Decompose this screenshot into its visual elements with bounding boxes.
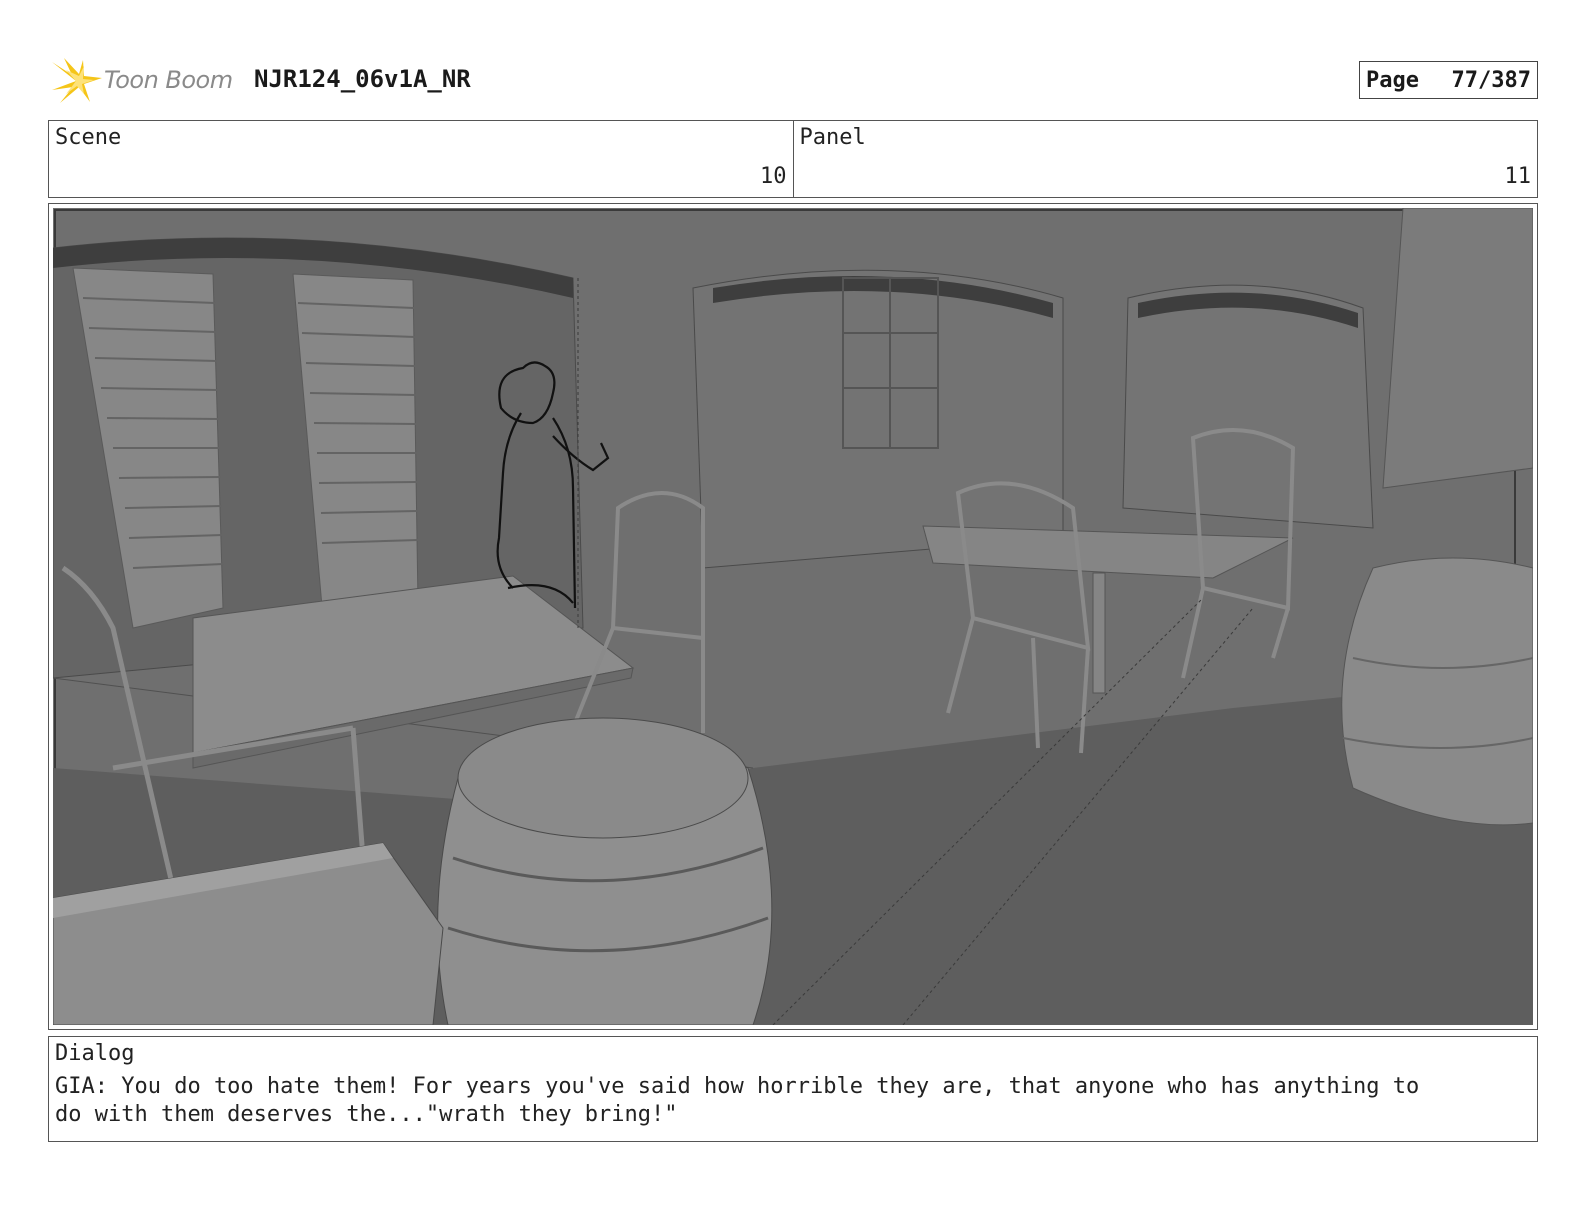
panel-image (53, 208, 1533, 1025)
scene-value: 10 (760, 164, 787, 189)
scene-label: Scene (55, 125, 122, 150)
page-label: Page (1366, 67, 1419, 93)
panel-value: 11 (1504, 164, 1532, 189)
barrel-right (1341, 557, 1533, 826)
dialog-label: Dialog (55, 1041, 135, 1066)
center-window-arch (692, 269, 1064, 569)
dialog-box: Dialog GIA: You do too hate them! For ye… (48, 1036, 1538, 1142)
toon-boom-logo: Toon Boom (50, 56, 250, 106)
logo-text: Toon Boom (104, 66, 233, 94)
page-number: 77/387 (1451, 67, 1531, 93)
right-window-arch (1122, 284, 1374, 529)
page-header: Toon Boom NJR124_06v1A_NR Page 77/387 (50, 56, 1538, 106)
scene-cell: Scene 10 (49, 121, 793, 197)
dialog-text: GIA: You do too hate them! For years you… (55, 1074, 1420, 1127)
storyboard-panel (48, 203, 1538, 1030)
scene-panel-info: Scene 10 Panel 11 (48, 120, 1538, 198)
barrel-front (437, 717, 773, 1025)
panel-label: Panel (799, 125, 866, 150)
panel-cell: Panel 11 (792, 121, 1538, 197)
toon-boom-star-icon (52, 58, 102, 103)
page-indicator: Page 77/387 (1359, 61, 1538, 99)
document-title: NJR124_06v1A_NR (254, 65, 471, 93)
